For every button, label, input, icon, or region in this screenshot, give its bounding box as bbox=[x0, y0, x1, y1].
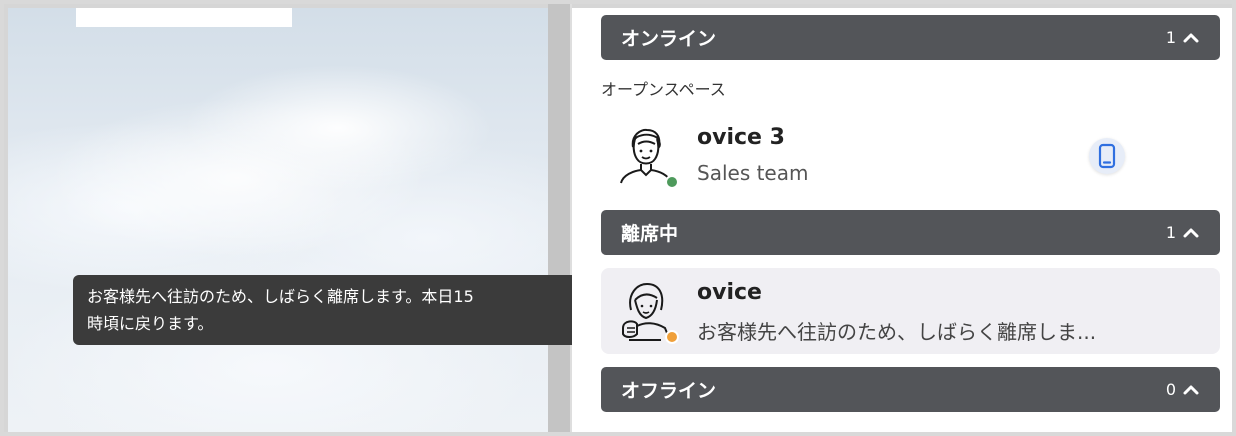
member-name: ovice bbox=[697, 280, 762, 305]
member-row-online[interactable]: ovice 3 Sales team bbox=[601, 113, 1220, 199]
smartphone-button[interactable] bbox=[1089, 138, 1125, 174]
map-object bbox=[76, 8, 292, 27]
chevron-up-icon bbox=[1183, 228, 1199, 237]
chevron-up-icon bbox=[1183, 33, 1199, 42]
status-message-tooltip: お客様先へ往訪のため、しばらく離席します。本日15 時頃に戻ります。 bbox=[73, 275, 579, 345]
section-header-offline[interactable]: オフライン 0 bbox=[601, 367, 1220, 412]
section-header-away[interactable]: 離席中 1 bbox=[601, 210, 1220, 255]
section-count: 1 bbox=[1165, 223, 1176, 242]
member-status-message: お客様先へ往訪のため、しばらく離席しま... bbox=[697, 320, 1097, 344]
space-map-background[interactable] bbox=[8, 8, 548, 432]
tooltip-line-2: 時頃に戻ります。 bbox=[87, 314, 214, 333]
section-count: 0 bbox=[1165, 380, 1176, 399]
member-list-panel: オンライン 1 オープンスペース ovice 3 Sales team 離席中 … bbox=[572, 8, 1232, 432]
section-count: 1 bbox=[1165, 28, 1176, 47]
status-dot-online bbox=[665, 175, 679, 189]
section-header-online[interactable]: オンライン 1 bbox=[601, 15, 1220, 60]
section-title: オフライン bbox=[621, 380, 717, 402]
tooltip-line-1: お客様先へ往訪のため、しばらく離席します。本日15 bbox=[87, 287, 474, 306]
member-row-away[interactable]: ovice お客様先へ往訪のため、しばらく離席しま... bbox=[601, 268, 1220, 354]
chevron-up-icon bbox=[1183, 385, 1199, 394]
smartphone-icon bbox=[1098, 143, 1116, 169]
app-frame: お客様先へ往訪のため、しばらく離席します。本日15 時頃に戻ります。 オンライン… bbox=[0, 0, 1236, 436]
space-label: オープンスペース bbox=[601, 80, 726, 99]
section-title: オンライン bbox=[621, 28, 717, 50]
section-title: 離席中 bbox=[621, 223, 679, 245]
member-name: ovice 3 bbox=[697, 125, 785, 150]
pane-divider[interactable] bbox=[548, 4, 572, 432]
status-dot-away bbox=[665, 330, 679, 344]
member-team: Sales team bbox=[697, 161, 809, 185]
